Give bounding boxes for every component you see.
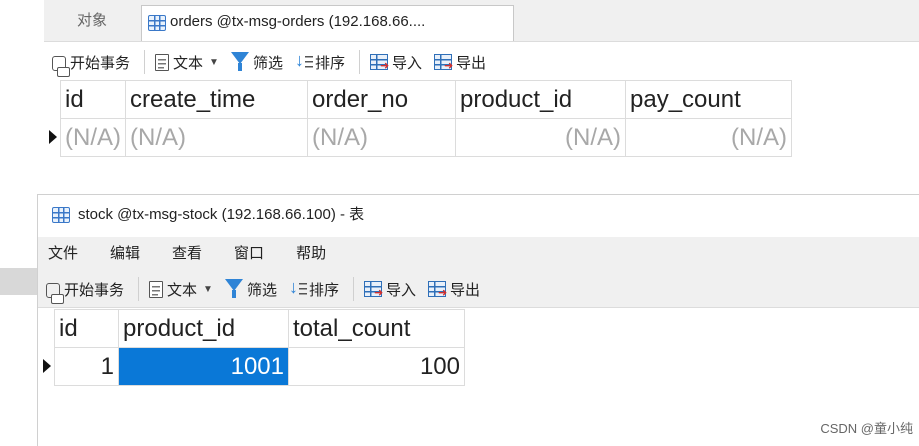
filter-icon-wrap (230, 52, 249, 72)
export-button[interactable]: 导出 (433, 52, 486, 73)
background-strip (0, 268, 37, 295)
table-cell[interactable]: (N/A) (125, 118, 308, 157)
orders-window: 对象 orders @tx-msg-orders (192.168.66....… (44, 0, 919, 190)
toolbar-divider (352, 277, 354, 301)
column-header-create-time[interactable]: create_time (125, 80, 308, 119)
toolbar-divider (358, 50, 360, 74)
column-header-id[interactable]: id (54, 309, 119, 348)
text-button[interactable]: 文本 ▼ (149, 279, 213, 300)
import-icon (363, 281, 383, 299)
sort-label: 排序 (314, 54, 345, 72)
import-icon (369, 54, 389, 72)
filter-label: 筛选 (246, 281, 277, 299)
column-header-pay-count[interactable]: pay_count (625, 80, 792, 119)
menu-window[interactable]: 窗口 (234, 242, 264, 263)
column-header-total-count[interactable]: total_count (288, 309, 465, 348)
export-icon (433, 54, 453, 72)
filter-button[interactable]: 筛选 (224, 279, 277, 300)
stock-grid: id product_id total_count 1 1001 100 (54, 309, 465, 386)
current-row-marker-icon (43, 359, 51, 373)
stock-toolbar: 开始事务 文本 ▼ 筛选 排序 导入 导出 (46, 272, 492, 306)
text-button[interactable]: 文本 ▼ (155, 52, 219, 73)
orders-grid: id create_time order_no product_id pay_c… (60, 80, 792, 157)
sort-label: 排序 (308, 281, 339, 299)
tab-orders[interactable]: orders @tx-msg-orders (192.168.66.... (141, 5, 514, 41)
export-label: 导出 (449, 281, 480, 299)
import-button[interactable]: 导入 (363, 279, 416, 300)
table-cell[interactable]: (N/A) (307, 118, 456, 157)
sort-button[interactable]: 排序 (289, 277, 339, 300)
table-icon (52, 207, 70, 223)
table-cell[interactable]: 1 (54, 347, 119, 386)
column-header-order-no[interactable]: order_no (307, 80, 456, 119)
table-row[interactable]: 1 1001 100 (54, 347, 465, 386)
filter-icon-wrap (224, 279, 243, 299)
import-label: 导入 (391, 54, 422, 72)
toolbar-divider (138, 277, 140, 301)
menu-bar: 文件 编辑 查看 窗口 帮助 (38, 237, 919, 267)
menu-edit[interactable]: 编辑 (110, 242, 140, 263)
tab-bar: 对象 orders @tx-msg-orders (192.168.66.... (44, 0, 919, 42)
caret-down-icon: ▼ (203, 283, 213, 295)
orders-toolbar: 开始事务 文本 ▼ 筛选 排序 导入 导出 (52, 45, 498, 79)
transaction-icon (52, 55, 70, 77)
table-row[interactable]: (N/A) (N/A) (N/A) (N/A) (N/A) (60, 118, 792, 157)
text-label: 文本 (167, 281, 198, 299)
table-cell[interactable]: (N/A) (60, 118, 126, 157)
menu-view[interactable]: 查看 (172, 242, 202, 263)
sort-icon (295, 50, 313, 71)
begin-transaction-button[interactable]: 开始事务 (46, 279, 125, 304)
filter-icon (224, 279, 243, 298)
toolbar-divider (144, 50, 146, 74)
begin-transaction-button[interactable]: 开始事务 (52, 52, 131, 77)
import-button[interactable]: 导入 (369, 52, 422, 73)
current-row-marker-icon (49, 130, 57, 144)
header-row: id product_id total_count (54, 309, 465, 348)
text-icon (149, 280, 164, 298)
sort-icon (289, 277, 307, 298)
sort-button[interactable]: 排序 (295, 50, 345, 73)
filter-label: 筛选 (252, 54, 283, 72)
import-label: 导入 (385, 281, 416, 299)
filter-icon (230, 52, 249, 71)
filter-button[interactable]: 筛选 (230, 52, 283, 73)
watermark: CSDN @童小纯 (820, 421, 913, 436)
export-label: 导出 (455, 54, 486, 72)
table-cell[interactable]: (N/A) (625, 118, 792, 157)
text-icon (155, 53, 170, 71)
column-header-id[interactable]: id (60, 80, 126, 119)
menu-file[interactable]: 文件 (48, 242, 78, 263)
column-header-product-id[interactable]: product_id (455, 80, 626, 119)
table-cell[interactable]: (N/A) (455, 118, 626, 157)
begin-transaction-label: 开始事务 (70, 54, 131, 72)
menu-help[interactable]: 帮助 (296, 242, 326, 263)
text-label: 文本 (173, 54, 204, 72)
table-cell[interactable]: 100 (288, 347, 465, 386)
table-icon (148, 15, 166, 31)
tab-orders-label: orders @tx-msg-orders (192.168.66.... (170, 13, 426, 30)
header-row: id create_time order_no product_id pay_c… (60, 80, 792, 119)
tab-objects[interactable]: 对象 (44, 6, 140, 41)
transaction-icon (46, 282, 64, 304)
table-cell-selected[interactable]: 1001 (118, 347, 289, 386)
stock-title-label: stock @tx-msg-stock (192.168.66.100) - 表 (78, 206, 365, 223)
stock-window: stock @tx-msg-stock (192.168.66.100) - 表… (37, 194, 919, 446)
export-icon (427, 281, 447, 299)
export-button[interactable]: 导出 (427, 279, 480, 300)
begin-transaction-label: 开始事务 (64, 281, 125, 299)
stock-window-title: stock @tx-msg-stock (192.168.66.100) - 表 (38, 195, 919, 235)
caret-down-icon: ▼ (209, 56, 219, 68)
column-header-product-id[interactable]: product_id (118, 309, 289, 348)
